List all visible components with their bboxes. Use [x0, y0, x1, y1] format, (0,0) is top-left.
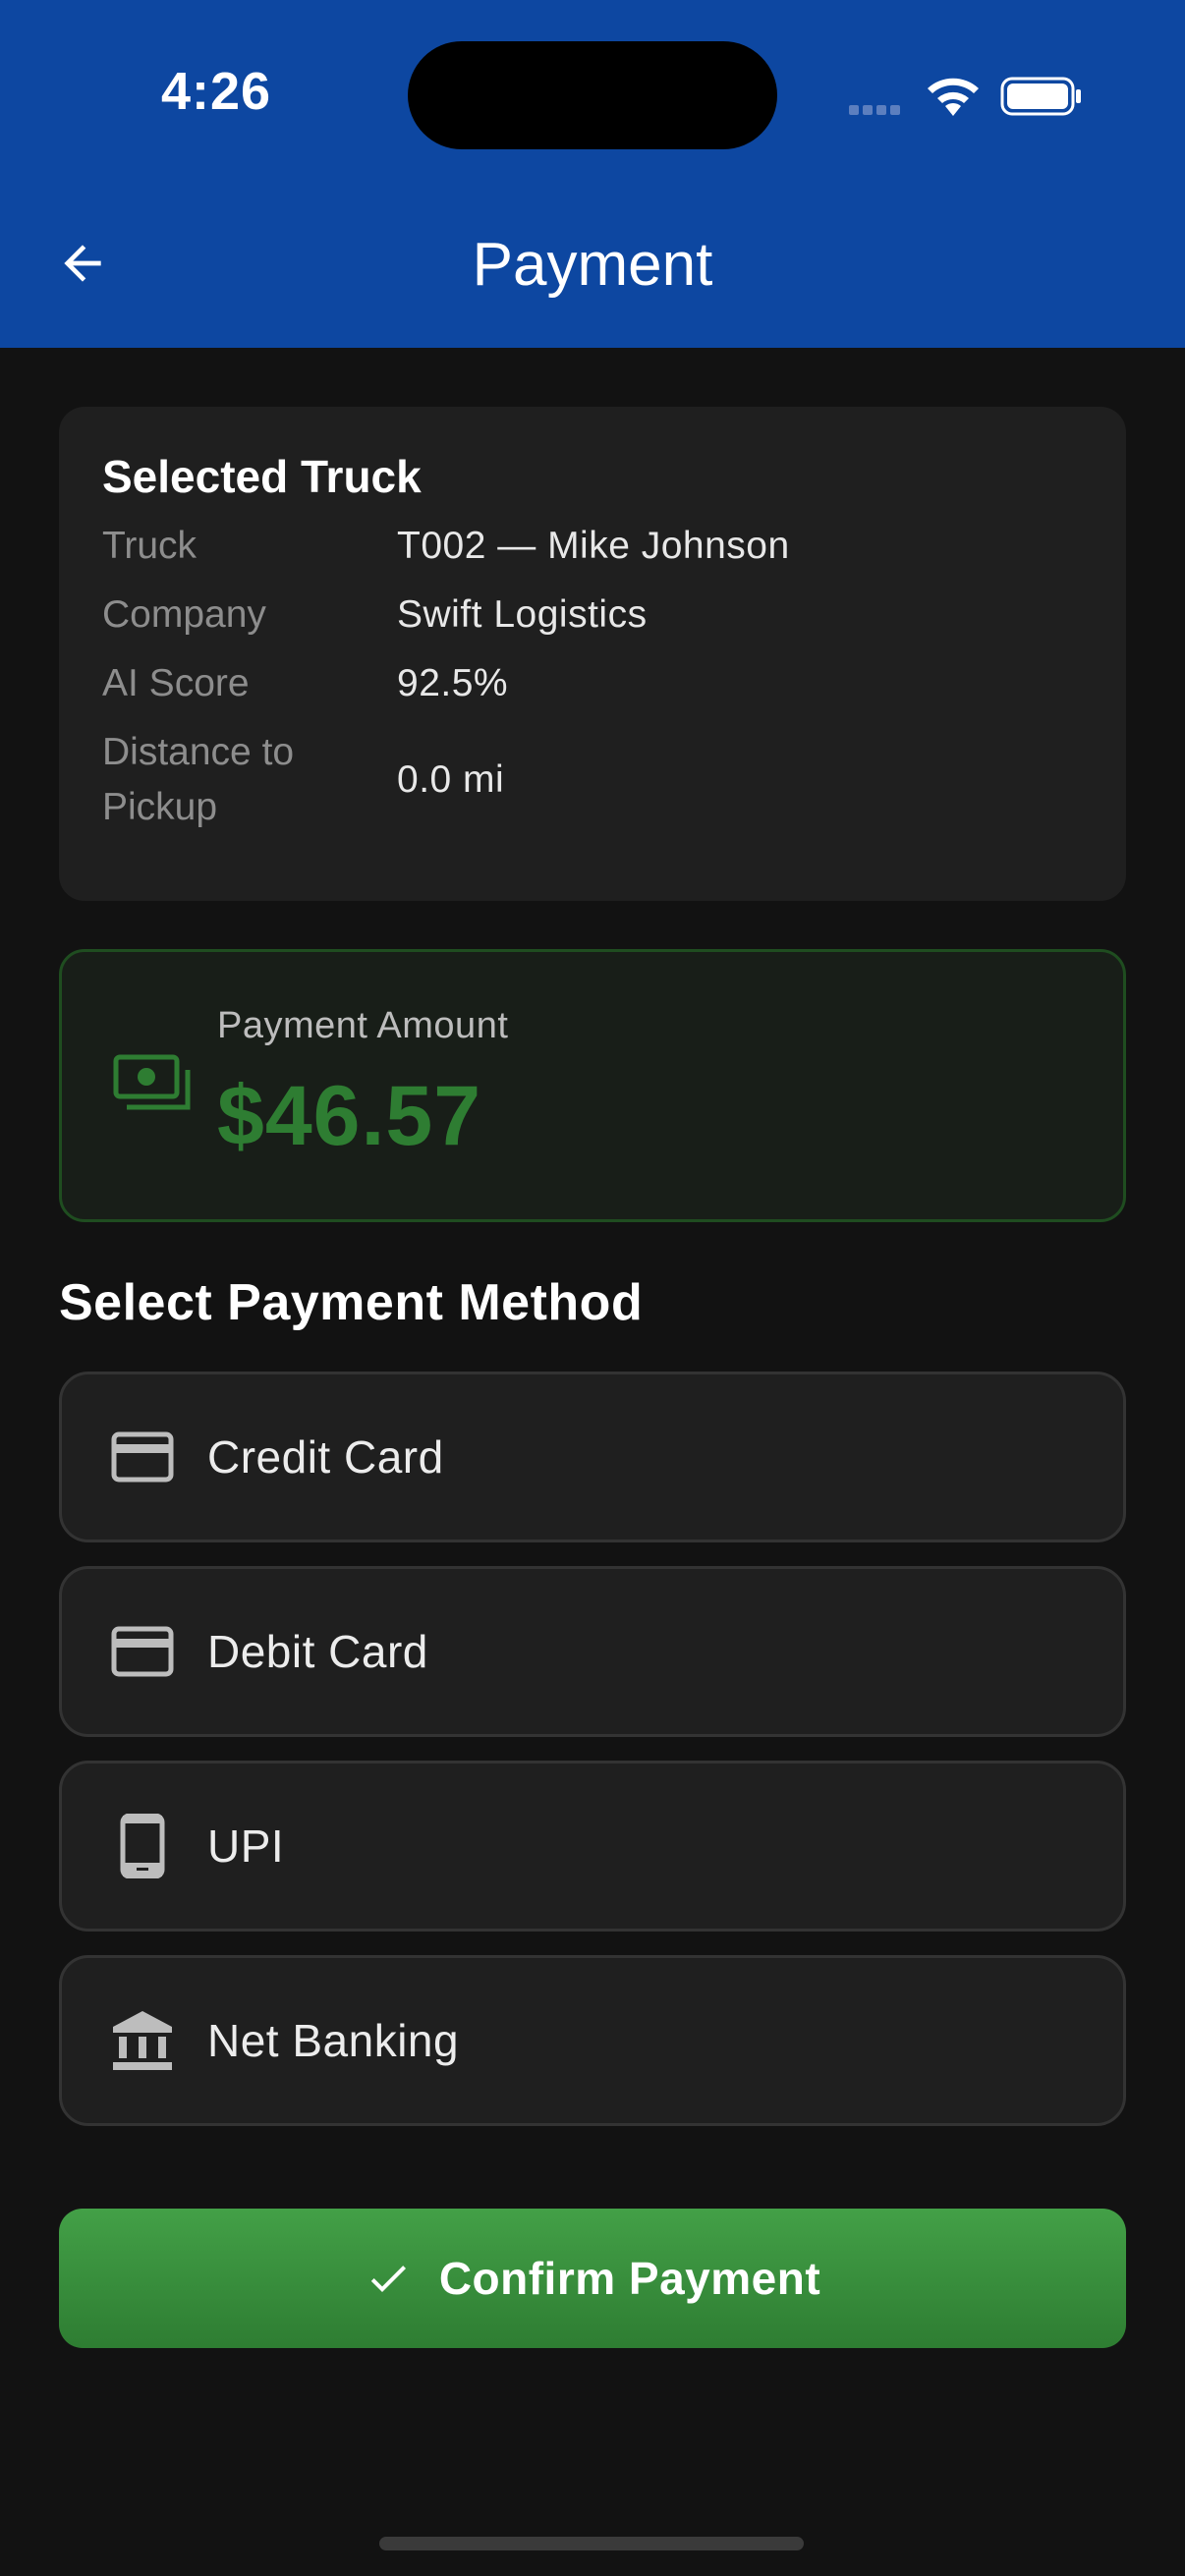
method-label: Credit Card [207, 1431, 444, 1483]
method-upi[interactable]: UPI [59, 1761, 1126, 1932]
row-value: 0.0 mi [397, 758, 505, 801]
method-net-banking[interactable]: Net Banking [59, 1955, 1126, 2126]
method-label: Debit Card [207, 1626, 428, 1677]
amount-label: Payment Amount [217, 1005, 509, 1046]
status-time: 4:26 [160, 62, 272, 121]
battery-icon [1000, 77, 1081, 116]
payment-method-heading: Select Payment Method [59, 1274, 644, 1331]
app-header: 4:26 Payment [0, 0, 1185, 348]
method-label: Net Banking [207, 2015, 460, 2066]
row-label: Distance to Pickup [102, 731, 295, 828]
distance-row: Distance to Pickup 0.0 mi [102, 725, 1083, 835]
bank-icon [113, 2011, 172, 2070]
row-value: T002 — Mike Johnson [397, 525, 790, 567]
method-label: UPI [207, 1820, 285, 1872]
home-indicator[interactable] [379, 2537, 804, 2550]
payment-amount-card: Payment Amount $46.57 [59, 949, 1126, 1222]
row-label: Truck [102, 525, 198, 567]
dynamic-island [408, 41, 777, 149]
confirm-label: Confirm Payment [438, 2253, 821, 2304]
row-value: Swift Logistics [397, 593, 648, 636]
row-label: AI Score [102, 662, 250, 704]
method-debit-card[interactable]: Debit Card [59, 1566, 1126, 1737]
wifi-icon [928, 78, 979, 116]
truck-row: Truck T002 — Mike Johnson [102, 519, 1083, 574]
row-label: Company [102, 593, 266, 636]
company-row: Company Swift Logistics [102, 588, 1083, 643]
check-icon [370, 2266, 406, 2292]
row-value: 92.5% [397, 662, 509, 704]
debit-card-icon [111, 1626, 174, 1677]
page-title: Payment [472, 231, 713, 299]
cash-icon [113, 1054, 191, 1110]
method-credit-card[interactable]: Credit Card [59, 1372, 1126, 1542]
credit-card-icon [111, 1431, 174, 1483]
ai-score-row: AI Score 92.5% [102, 656, 1083, 711]
phone-icon [120, 1814, 165, 1878]
confirm-payment-button[interactable]: Confirm Payment [59, 2209, 1126, 2348]
card-title: Selected Truck [102, 451, 422, 502]
selected-truck-card: Selected Truck Truck T002 — Mike Johnson… [59, 407, 1126, 901]
cellular-signal-icon [849, 102, 904, 120]
amount-value: $46.57 [217, 1069, 482, 1163]
